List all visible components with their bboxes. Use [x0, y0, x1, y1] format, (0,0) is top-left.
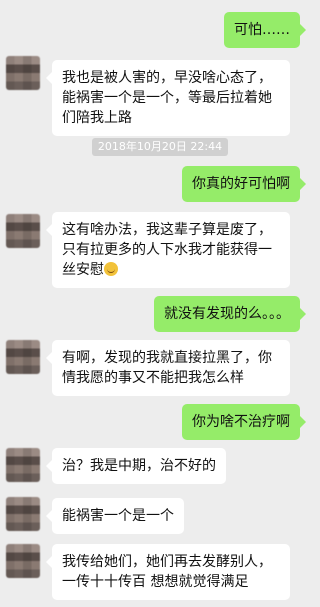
message-bubble-sent[interactable]: 就没有发现的么。。。	[154, 296, 306, 332]
message-bubble-received[interactable]: 治？我是中期，治不好的	[46, 448, 226, 484]
avatar[interactable]	[6, 340, 40, 374]
avatar[interactable]	[6, 56, 40, 90]
message-bubble-received[interactable]: 有啊，发现的我就直接拉黑了，你情我愿的事又不能把我怎么样	[46, 340, 290, 396]
avatar[interactable]	[6, 497, 40, 531]
grin-emoji-icon	[104, 262, 118, 276]
message-bubble-sent[interactable]: 你真的好可怕啊	[182, 166, 306, 202]
avatar[interactable]	[6, 214, 40, 248]
message-bubble-received[interactable]: 这有啥办法，我这辈子算是废了，只有拉更多的人下水我才能获得一丝安慰	[46, 212, 290, 288]
message-bubble-received[interactable]: 我传给她们，她们再去发酵别人，一传十十传百 想想就觉得满足	[46, 544, 290, 600]
message-text: 这有啥办法，我这辈子算是废了，只有拉更多的人下水我才能获得一丝安慰	[62, 222, 272, 278]
message-bubble-received[interactable]: 我也是被人害的，早没啥心态了，能祸害一个是一个，等最后拉着她们陪我上路	[46, 60, 290, 136]
timestamp-label: 2018年10月20日 22:44	[91, 138, 229, 156]
avatar[interactable]	[6, 448, 40, 482]
message-bubble-received[interactable]: 能祸害一个是一个	[46, 498, 184, 534]
message-bubble-sent[interactable]: 你为啥不治疗啊	[182, 404, 306, 440]
avatar[interactable]	[6, 544, 40, 578]
message-bubble-sent[interactable]: 可怕……	[224, 12, 306, 48]
timestamp: 2018年10月20日 22:44	[0, 138, 320, 156]
